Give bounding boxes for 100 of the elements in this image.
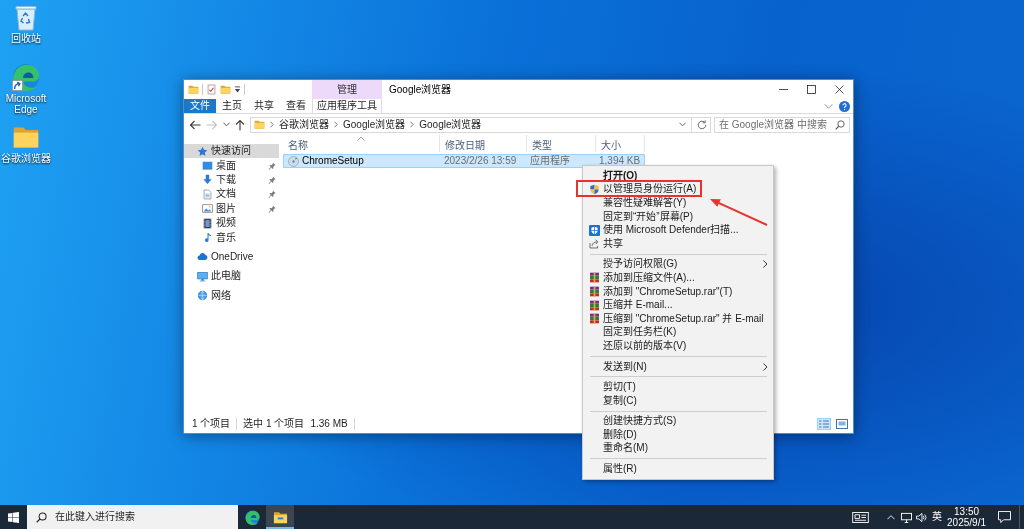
search-icon[interactable]: [835, 119, 845, 130]
books-icon: [588, 313, 600, 325]
menu-item[interactable]: 压缩并 E-mail...: [583, 298, 773, 312]
column-header[interactable]: 名称: [283, 135, 440, 152]
menu-item[interactable]: 创建快捷方式(S): [583, 414, 773, 429]
menu-item[interactable]: 重命名(M): [583, 441, 773, 456]
menu-item[interactable]: 还原以前的版本(V): [583, 339, 773, 353]
pin-icon[interactable]: [268, 161, 276, 170]
newspaper-icon[interactable]: [852, 511, 870, 523]
ribbon-tab[interactable]: 应用程序工具: [312, 99, 382, 113]
star-icon: [197, 145, 208, 157]
share-icon: [588, 238, 600, 250]
dropdown-arrow-icon[interactable]: [234, 85, 241, 94]
ribbon-tab[interactable]: 主页: [216, 99, 248, 113]
breadcrumb-link[interactable]: 谷歌浏览器: [279, 118, 329, 131]
menu-item[interactable]: 使用 Microsoft Defender扫描...: [583, 223, 773, 237]
nav-item[interactable]: OneDrive: [184, 249, 279, 265]
breadcrumb-link[interactable]: Google浏览器: [343, 118, 406, 131]
swirl-icon: [244, 509, 260, 525]
column-header[interactable]: 大小: [596, 135, 645, 152]
status-text: 1 个项目: [192, 418, 231, 430]
checklist-icon[interactable]: [206, 84, 217, 95]
menu-item[interactable]: 授予访问权限(G): [583, 257, 773, 272]
file-row[interactable]: ChromeSetup 2023/2/26 13:59 应用程序 1,394 KB: [283, 154, 645, 168]
table-cell-text: 1,394 KB: [598, 155, 642, 167]
notification-icon[interactable]: [998, 511, 1011, 523]
nav-item[interactable]: 网络: [184, 288, 279, 303]
shield-tile-icon: [588, 224, 600, 236]
clock-date[interactable]: 2025/9/1: [947, 517, 986, 528]
large-icons-view-icon[interactable]: [835, 418, 849, 430]
maximize-icon: [806, 85, 816, 94]
monitor-icon: [197, 270, 208, 282]
nav-item[interactable]: 下载: [184, 172, 279, 188]
menu-item[interactable]: 复制(C): [583, 393, 773, 408]
taskbar-app-button[interactable]: [266, 505, 294, 529]
nav-item[interactable]: 音乐: [184, 230, 279, 245]
search-field[interactable]: 在 Google浏览器 中搜索: [719, 118, 833, 131]
search-box[interactable]: 在 Google浏览器 中搜索: [714, 116, 850, 133]
chevron-right-icon[interactable]: [270, 121, 274, 128]
menu-item[interactable]: 兼容性疑难解答(Y): [583, 196, 773, 210]
search-icon: [36, 511, 47, 523]
trash-bin-icon[interactable]: [14, 3, 38, 31]
arrow-up-icon[interactable]: [235, 118, 245, 131]
document-icon: [202, 188, 213, 200]
file-name: ChromeSetup: [302, 155, 364, 167]
pin-icon[interactable]: [268, 204, 276, 213]
search-field[interactable]: 在此键入进行搜索: [55, 511, 238, 523]
picture-icon: [202, 203, 213, 215]
nav-item[interactable]: 此电脑: [184, 269, 279, 284]
menu-item[interactable]: 共享: [583, 236, 773, 251]
ribbon-tab[interactable]: 文件: [184, 99, 216, 113]
nav-item[interactable]: 桌面: [184, 158, 279, 173]
menu-item[interactable]: 删除(D): [583, 428, 773, 442]
menu-item[interactable]: 固定到任务栏(K): [583, 325, 773, 340]
nav-item[interactable]: 快速访问: [184, 144, 279, 159]
ribbon-tab[interactable]: 查看: [280, 99, 312, 113]
menu-item[interactable]: 压缩到 "ChromeSetup.rar" 并 E-mail: [583, 311, 773, 326]
menu-item[interactable]: 剪切(T): [583, 380, 773, 394]
nav-item[interactable]: 视频: [184, 215, 279, 231]
swirl-icon[interactable]: [12, 63, 40, 91]
chevron-right-icon[interactable]: [334, 121, 338, 128]
chevron-right-icon[interactable]: [410, 121, 415, 128]
menu-item[interactable]: 固定到“开始”屏幕(P): [583, 209, 773, 224]
help-icon[interactable]: [839, 100, 850, 112]
pin-icon[interactable]: [268, 190, 276, 199]
folder-icon: [272, 509, 288, 525]
menu-item[interactable]: 属性(R): [583, 462, 773, 476]
menu-item[interactable]: 添加到 "ChromeSetup.rar"(T): [583, 284, 773, 299]
chevron-down-icon[interactable]: [223, 122, 230, 127]
books-icon: [588, 299, 600, 311]
folder-icon[interactable]: [188, 84, 199, 95]
tab-group-label: 管理: [312, 80, 382, 99]
four-panes-icon: [8, 511, 19, 523]
status-text: 1.36 MB: [310, 418, 348, 430]
address-bar[interactable]: 谷歌浏览器 Google浏览器 Google浏览器: [250, 116, 711, 133]
monitor-icon[interactable]: [901, 511, 913, 523]
pin-icon[interactable]: [268, 175, 276, 184]
screen-icon: [202, 160, 213, 172]
ribbon-tab[interactable]: 共享: [248, 99, 280, 113]
nav-item[interactable]: 文档: [184, 187, 279, 202]
breadcrumb-link[interactable]: Google浏览器: [419, 118, 482, 131]
cloud-icon: [197, 251, 208, 263]
table-cell-text: 应用程序: [529, 155, 572, 167]
menu-item[interactable]: 发送到(N): [583, 359, 773, 374]
taskbar-search-box[interactable]: 在此键入进行搜索: [27, 505, 238, 529]
status-text: 选中 1 个项目: [243, 418, 305, 430]
speaker-icon[interactable]: [916, 511, 928, 523]
language-indicator[interactable]: 英: [932, 511, 943, 523]
chevron-up-icon[interactable]: [887, 514, 896, 520]
menu-item[interactable]: 添加到压缩文件(A)...: [583, 271, 773, 285]
music-note-icon: [202, 232, 213, 244]
chevron-down-icon[interactable]: [679, 122, 686, 127]
column-header[interactable]: 类型: [527, 135, 596, 152]
disc-icon: [288, 155, 299, 167]
column-header[interactable]: 修改日期: [440, 135, 527, 152]
film-icon: [202, 217, 213, 229]
nav-item[interactable]: 图片: [184, 201, 279, 216]
clock-time[interactable]: 13:50: [947, 506, 986, 517]
refresh-icon[interactable]: [697, 119, 707, 130]
arrow-left-icon[interactable]: [189, 119, 201, 130]
